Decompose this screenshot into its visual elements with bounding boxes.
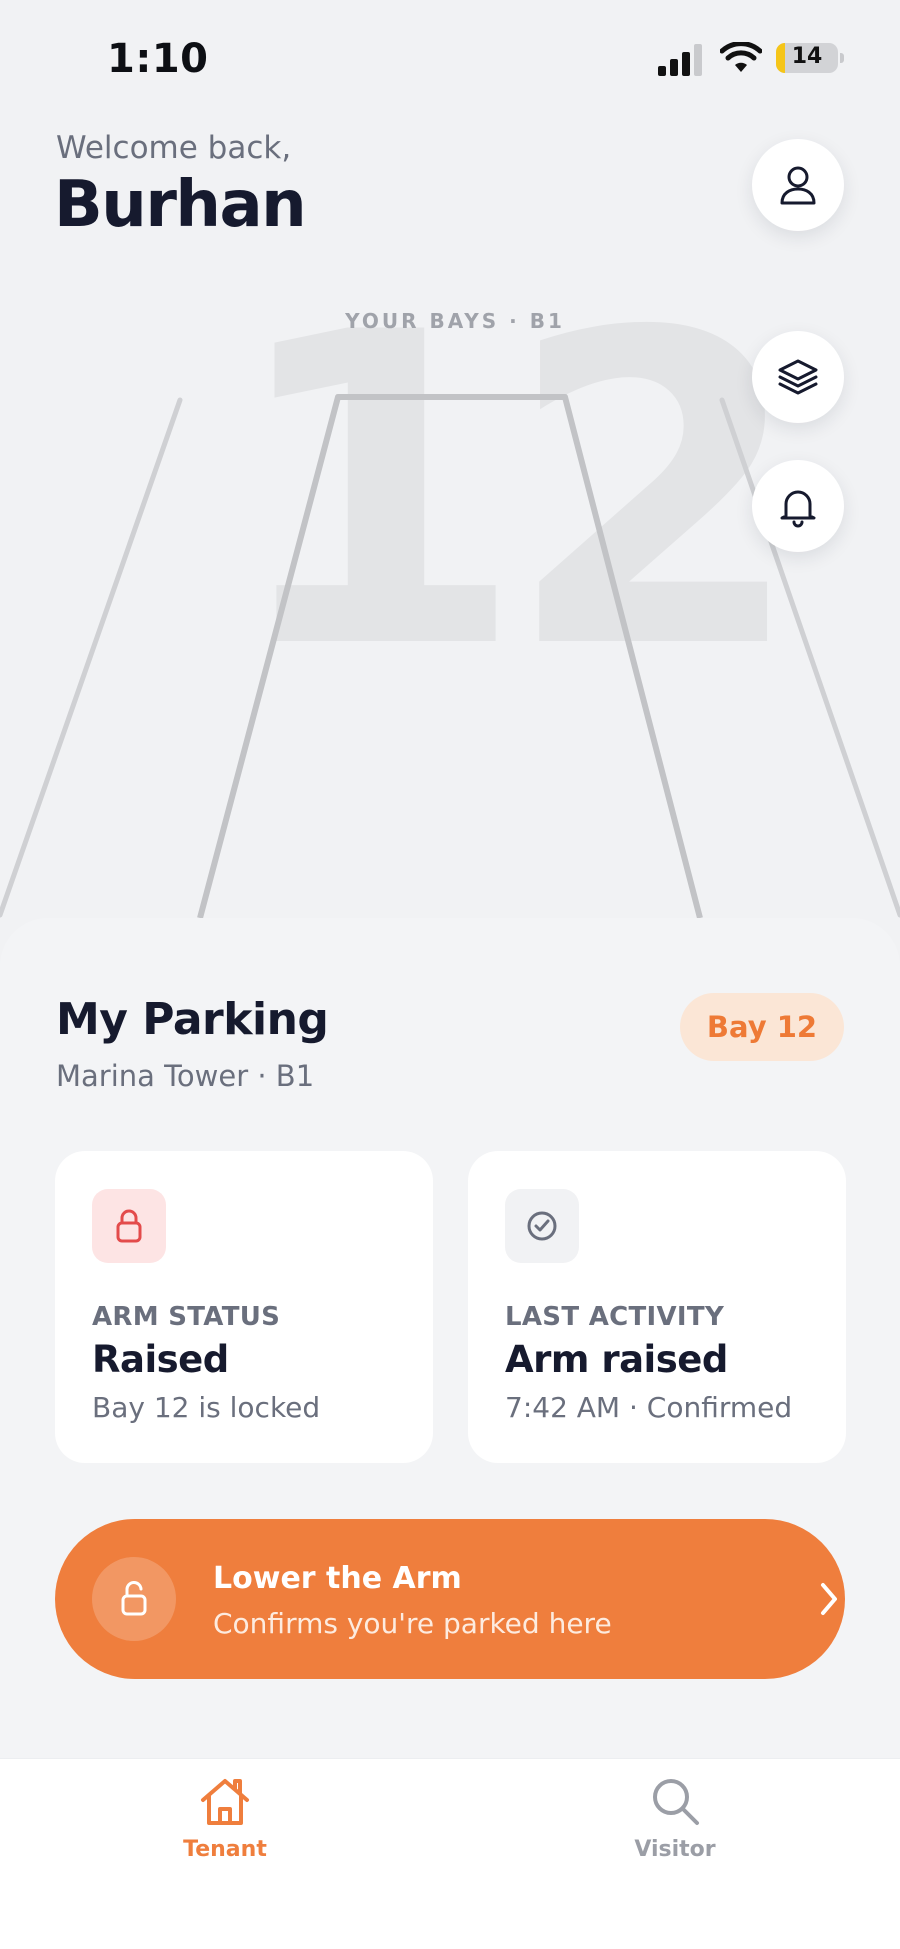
last-activity-detail: 7:42 AM · Confirmed — [505, 1391, 793, 1424]
lock-icon — [116, 1209, 142, 1243]
bays-label: YOUR BAYS · B1 — [345, 309, 565, 333]
battery-icon: 14 — [776, 43, 838, 73]
tab-visitor-label: Visitor — [634, 1837, 716, 1862]
user-name: Burhan — [54, 168, 307, 242]
lower-arm-title: Lower the Arm — [213, 1561, 462, 1596]
tab-tenant[interactable]: Tenant — [135, 1773, 315, 1862]
last-activity-card: LAST ACTIVITY Arm raised 7:42 AM · Confi… — [468, 1151, 846, 1463]
arm-status-detail: Bay 12 is locked — [92, 1391, 321, 1424]
bay-badge: Bay 12 — [680, 993, 844, 1061]
cellular-signal-icon — [658, 44, 702, 76]
battery-level: 14 — [791, 44, 823, 69]
unlock-icon — [121, 1581, 147, 1616]
last-activity-kicker: LAST ACTIVITY — [505, 1302, 725, 1332]
tab-bar: Tenant Visitor — [0, 1758, 900, 1949]
chevron-right-icon — [821, 1583, 837, 1615]
parking-bay-lines — [0, 394, 900, 919]
last-activity-icon-box — [505, 1189, 579, 1263]
battery-cap — [840, 53, 844, 63]
user-icon — [780, 166, 816, 205]
status-bar: 1:10 14 — [0, 0, 900, 120]
search-icon — [653, 1779, 699, 1825]
check-circle-icon — [527, 1211, 557, 1241]
home-icon — [201, 1779, 249, 1825]
tab-tenant-label: Tenant — [183, 1837, 267, 1862]
welcome-text: Welcome back, — [56, 130, 292, 166]
arm-status-icon-box — [92, 1189, 166, 1263]
profile-button[interactable] — [752, 139, 844, 231]
arm-status-card: ARM STATUS Raised Bay 12 is locked — [55, 1151, 433, 1463]
arm-status-kicker: ARM STATUS — [92, 1302, 281, 1332]
wifi-icon — [720, 42, 762, 72]
notifications-button[interactable] — [752, 460, 844, 552]
last-activity-value: Arm raised — [505, 1338, 728, 1381]
arm-status-value: Raised — [92, 1338, 229, 1381]
lower-arm-subtitle: Confirms you're parked here — [213, 1607, 612, 1640]
tab-visitor[interactable]: Visitor — [585, 1773, 765, 1862]
parking-location: Marina Tower · B1 — [56, 1059, 315, 1093]
unlock-icon-circle — [92, 1557, 176, 1641]
layers-button[interactable] — [752, 331, 844, 423]
parking-title: My Parking — [56, 994, 329, 1045]
status-time: 1:10 — [107, 36, 209, 82]
lower-arm-button[interactable]: Lower the Arm Confirms you're parked her… — [55, 1519, 845, 1679]
bell-icon — [780, 490, 816, 528]
layers-icon — [778, 359, 818, 395]
